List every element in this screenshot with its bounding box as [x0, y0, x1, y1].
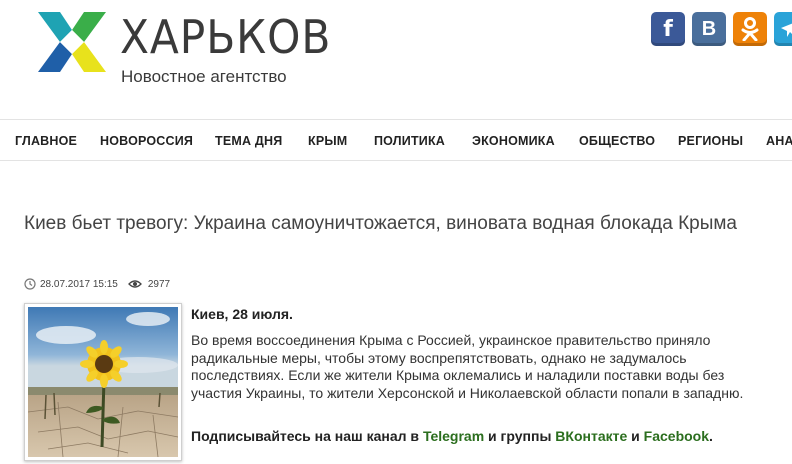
clock-icon — [24, 278, 36, 290]
subscribe-middle: и группы — [484, 428, 556, 444]
sunflower-photo-image — [28, 307, 178, 457]
facebook-link[interactable]: Facebook — [644, 428, 709, 444]
eye-icon — [127, 280, 142, 288]
nav-item-analytics[interactable]: АНА — [766, 134, 792, 148]
odnoklassniki-glyph-icon — [741, 17, 759, 41]
subscribe-prefix: Подписывайтесь на наш канал в — [191, 428, 423, 444]
telegram-icon[interactable] — [774, 12, 792, 46]
article-title: Киев бьет тревогу: Украина самоуничтожае… — [24, 213, 738, 234]
subscribe-end: . — [709, 428, 713, 444]
logo-subtitle: Новостное агентство — [121, 67, 287, 86]
nav-item-topic-of-day[interactable]: ТЕМА ДНЯ — [215, 134, 282, 148]
nav-item-main[interactable]: ГЛАВНОЕ — [15, 134, 77, 148]
telegram-plane-icon — [781, 23, 792, 37]
nav-item-crimea[interactable]: КРЫМ — [308, 134, 347, 148]
article-photo[interactable] — [24, 303, 182, 461]
vk-link[interactable]: ВКонтакте — [555, 428, 627, 444]
nav-item-novorossiya[interactable]: НОВОРОССИЯ — [100, 134, 193, 148]
logo-mark-icon[interactable] — [38, 12, 106, 72]
telegram-link[interactable]: Telegram — [423, 428, 484, 444]
article-date: 28.07.2017 15:15 — [40, 278, 118, 290]
nav-item-society[interactable]: ОБЩЕСТВО — [579, 134, 655, 148]
nav-item-regions[interactable]: РЕГИОНЫ — [678, 134, 743, 148]
article-meta: 28.07.2017 15:15 2977 — [24, 277, 170, 291]
view-count: 2977 — [147, 278, 171, 290]
main-nav: ГЛАВНОЕ НОВОРОССИЯ ТЕМА ДНЯ КРЫМ ПОЛИТИК… — [0, 121, 792, 161]
article-dateline: Киев, 28 июля. — [191, 306, 293, 322]
subscribe-line: Подписывайтесь на наш канал в Telegram и… — [191, 428, 781, 444]
subscribe-and: и — [627, 428, 644, 444]
vkontakte-icon[interactable]: В — [692, 12, 726, 46]
logo-title[interactable]: ХАРЬКОВ — [120, 14, 331, 60]
nav-item-politics[interactable]: ПОЛИТИКА — [374, 134, 445, 148]
site-header: ХАРЬКОВ Новостное агентство f В — [0, 0, 792, 120]
nav-item-economy[interactable]: ЭКОНОМИКА — [472, 134, 555, 148]
article-body: Во время воссоединения Крыма с Россией, … — [191, 332, 744, 401]
odnoklassniki-icon[interactable] — [733, 12, 767, 46]
facebook-icon[interactable]: f — [651, 12, 685, 46]
